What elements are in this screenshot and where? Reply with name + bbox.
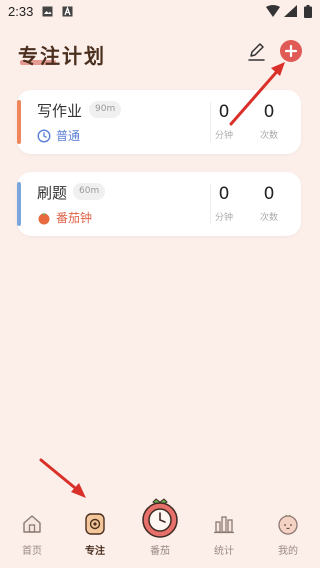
tab-focus[interactable]: 专注	[70, 512, 120, 557]
card-accent-bar	[17, 100, 21, 144]
add-plan-button[interactable]	[280, 40, 302, 62]
status-bar: 2:33	[0, 0, 320, 24]
plan-duration-badge: 90m	[89, 101, 122, 118]
edit-button[interactable]	[244, 40, 268, 64]
plus-icon	[284, 44, 298, 58]
tab-label: 番茄	[150, 546, 170, 557]
status-time: 2:33	[8, 4, 34, 19]
plan-card[interactable]: 刷题 60m 番茄钟 0 分钟 0 次数	[17, 172, 301, 236]
minutes-value: 0	[218, 184, 230, 204]
plan-title: 刷题	[37, 184, 68, 202]
tab-label: 专注	[85, 546, 105, 557]
annotation-arrow-focus-tab	[39, 458, 86, 498]
tab-tomato[interactable]: 番茄	[135, 496, 185, 557]
wifi-icon	[266, 5, 280, 17]
tab-label: 首页	[22, 546, 42, 557]
battery-icon	[304, 5, 312, 18]
minutes-label: 分钟	[214, 213, 233, 223]
edit-icon	[248, 43, 265, 61]
plan-card[interactable]: 写作业 90m 普通 0 分钟 0 次数	[17, 90, 301, 154]
app-notification-icon	[62, 6, 73, 17]
plan-title: 写作业	[37, 102, 83, 120]
tab-home[interactable]: 首页	[7, 512, 57, 557]
count-label: 次数	[259, 131, 278, 141]
tab-statistics[interactable]: 统计	[199, 512, 249, 557]
tomato-icon	[38, 212, 50, 224]
home-icon	[23, 515, 41, 533]
count-value: 0	[263, 102, 275, 122]
image-notification-icon	[42, 6, 53, 17]
plan-mode-label: 普通	[56, 129, 81, 143]
plan-mode-label: 番茄钟	[56, 211, 93, 225]
annotation-arrow-add	[229, 62, 285, 126]
tab-label: 统计	[214, 546, 234, 557]
plan-mode: 番茄钟	[37, 209, 92, 226]
tab-label: 我的	[278, 546, 298, 557]
card-accent-bar	[17, 182, 21, 226]
minutes-label: 分钟	[214, 131, 233, 141]
statistics-icon	[214, 516, 234, 534]
count-label: 次数	[259, 213, 278, 223]
count-value: 0	[263, 184, 275, 204]
signal-icon	[284, 5, 297, 17]
minutes-value: 0	[218, 102, 230, 122]
tab-profile[interactable]: 我的	[263, 512, 313, 557]
tomato-clock-icon	[142, 498, 178, 538]
focus-icon	[85, 513, 105, 535]
plan-mode: 普通	[37, 127, 80, 144]
profile-icon	[278, 514, 298, 535]
plan-duration-badge: 60m	[73, 183, 106, 200]
clock-icon	[37, 128, 51, 143]
page-title: 专注计划	[18, 44, 106, 68]
